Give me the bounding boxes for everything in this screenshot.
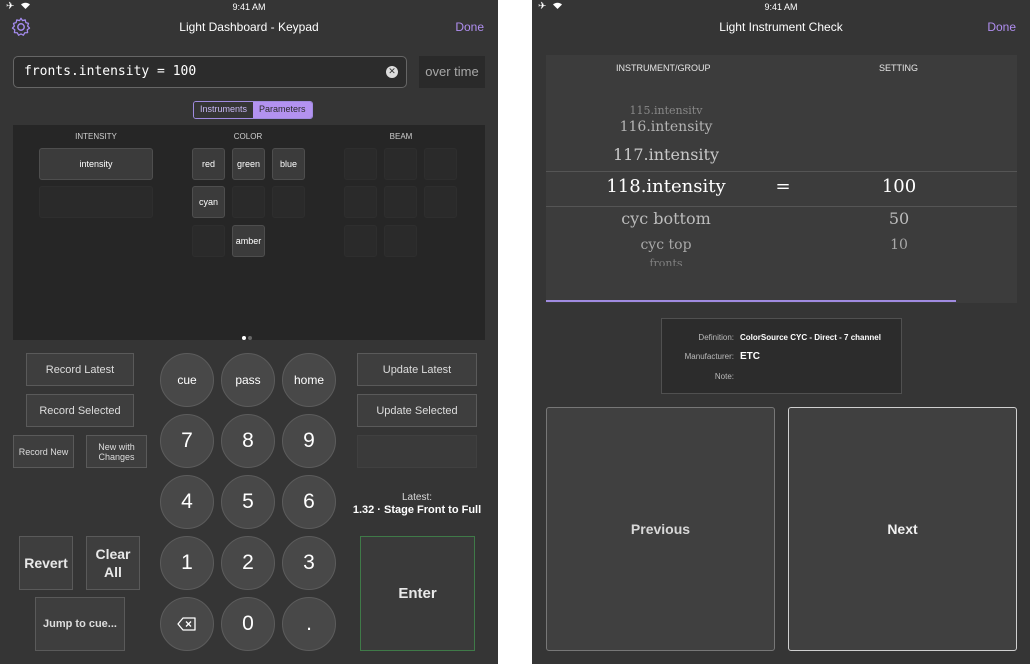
clear-input-icon[interactable]: ✕	[386, 66, 398, 78]
row-name: 118.intensity	[606, 176, 726, 197]
row-value: 10	[890, 237, 908, 253]
keypad-panel: ✈ 9:41 AM Light Dashboard - Keypad Done …	[0, 0, 498, 664]
key-dot[interactable]: .	[282, 597, 336, 651]
row-name: cyc top	[640, 237, 692, 253]
note-label: Note:	[714, 372, 734, 381]
param-disabled	[39, 186, 153, 218]
pass-key[interactable]: pass	[221, 353, 275, 407]
status-bar: ✈ 9:41 AM	[532, 0, 1030, 14]
group-header-color: COLOR	[233, 132, 263, 141]
previous-button[interactable]: Previous	[546, 407, 775, 651]
param-disabled	[384, 186, 417, 218]
segment-instruments[interactable]: Instruments	[194, 102, 254, 118]
equals-sign: =	[775, 176, 791, 197]
group-header-intensity: INTENSITY	[75, 132, 117, 141]
jump-to-cue-button[interactable]: Jump to cue...	[35, 597, 125, 651]
backspace-icon	[177, 617, 196, 631]
parameter-grid: INTENSITY COLOR BEAM intensity red green…	[13, 125, 485, 340]
instrument-info: Definition: ColorSource CYC - Direct - 7…	[661, 318, 902, 394]
row-value: 100	[881, 176, 917, 197]
over-time-button[interactable]: over time	[419, 56, 485, 88]
param-disabled	[344, 186, 377, 218]
key-6[interactable]: 6	[282, 475, 336, 529]
latest-label: Latest:	[401, 492, 433, 503]
param-disabled	[344, 225, 377, 257]
param-disabled	[272, 186, 305, 218]
row-value: 50	[888, 209, 910, 228]
param-amber[interactable]: amber	[232, 225, 265, 257]
next-button[interactable]: Next	[788, 407, 1017, 651]
group-header-beam: BEAM	[389, 132, 413, 141]
key-8[interactable]: 8	[221, 414, 275, 468]
enter-button[interactable]: Enter	[360, 536, 475, 651]
param-blue[interactable]: blue	[272, 148, 305, 180]
definition-label: Definition:	[698, 333, 734, 342]
row-name: 117.intensity	[612, 145, 720, 164]
latest-value: 1.32 · Stage Front to Full	[352, 504, 482, 516]
status-bar: ✈ 9:41 AM	[0, 0, 498, 14]
status-time: 9:41 AM	[764, 2, 798, 12]
page-dot-active	[242, 336, 246, 340]
param-disabled	[424, 186, 457, 218]
row-name: 115.intensity	[629, 104, 703, 114]
row-name: cyc bottom	[621, 209, 711, 228]
param-disabled	[192, 225, 225, 257]
record-latest-button[interactable]: Record Latest	[26, 353, 134, 386]
command-text: fronts.intensity = 100	[24, 64, 197, 79]
picker-row[interactable]: fronts	[546, 257, 1017, 266]
key-9[interactable]: 9	[282, 414, 336, 468]
param-disabled	[384, 225, 417, 257]
command-input[interactable]: fronts.intensity = 100 ✕	[13, 56, 407, 88]
definition-value: ColorSource CYC - Direct - 7 channel	[740, 333, 881, 342]
page-indicator[interactable]	[241, 327, 253, 345]
mode-segmented-control: Instruments Parameters	[193, 101, 313, 119]
update-latest-button[interactable]: Update Latest	[357, 353, 477, 386]
param-disabled	[384, 148, 417, 180]
cue-key[interactable]: cue	[160, 353, 214, 407]
param-green[interactable]: green	[232, 148, 265, 180]
param-intensity[interactable]: intensity	[39, 148, 153, 180]
picker-row[interactable]: 115.intensity	[546, 104, 1017, 114]
param-disabled	[424, 148, 457, 180]
key-3[interactable]: 3	[282, 536, 336, 590]
clear-all-button[interactable]: Clear All	[86, 536, 140, 590]
status-time: 9:41 AM	[232, 2, 266, 12]
page-title: Light Instrument Check	[719, 20, 843, 34]
manufacturer-value: ETC	[740, 351, 760, 362]
param-disabled	[344, 148, 377, 180]
param-red[interactable]: red	[192, 148, 225, 180]
instrument-check-panel: ✈ 9:41 AM Light Instrument Check Done IN…	[532, 0, 1030, 664]
page-dot	[248, 336, 252, 340]
new-with-changes-button[interactable]: New with Changes	[86, 435, 147, 468]
param-disabled	[232, 186, 265, 218]
segment-parameters[interactable]: Parameters	[253, 102, 312, 118]
key-0[interactable]: 0	[221, 597, 275, 651]
column-header-instrument: INSTRUMENT/GROUP	[616, 63, 711, 73]
key-4[interactable]: 4	[160, 475, 214, 529]
param-cyan[interactable]: cyan	[192, 186, 225, 218]
record-new-button[interactable]: Record New	[13, 435, 74, 468]
progress-bar	[546, 300, 956, 302]
home-key[interactable]: home	[282, 353, 336, 407]
row-name: fronts	[649, 257, 683, 266]
update-selected-button[interactable]: Update Selected	[357, 394, 477, 427]
record-selected-button[interactable]: Record Selected	[26, 394, 134, 427]
page-title: Light Dashboard - Keypad	[179, 20, 319, 34]
revert-button[interactable]: Revert	[19, 536, 73, 590]
row-name: 116.intensity	[619, 119, 713, 135]
column-header-setting: SETTING	[879, 63, 919, 73]
key-5[interactable]: 5	[221, 475, 275, 529]
backspace-key[interactable]	[160, 597, 214, 651]
key-2[interactable]: 2	[221, 536, 275, 590]
done-button[interactable]: Done	[987, 20, 1016, 34]
done-button[interactable]: Done	[455, 20, 484, 34]
key-1[interactable]: 1	[160, 536, 214, 590]
key-7[interactable]: 7	[160, 414, 214, 468]
instrument-picker[interactable]: INSTRUMENT/GROUP SETTING 115.intensity 1…	[546, 55, 1017, 303]
disabled-button	[357, 435, 477, 468]
latest-cue-info: Latest: 1.32 · Stage Front to Full	[348, 491, 486, 517]
manufacturer-label: Manufacturer:	[684, 352, 734, 361]
